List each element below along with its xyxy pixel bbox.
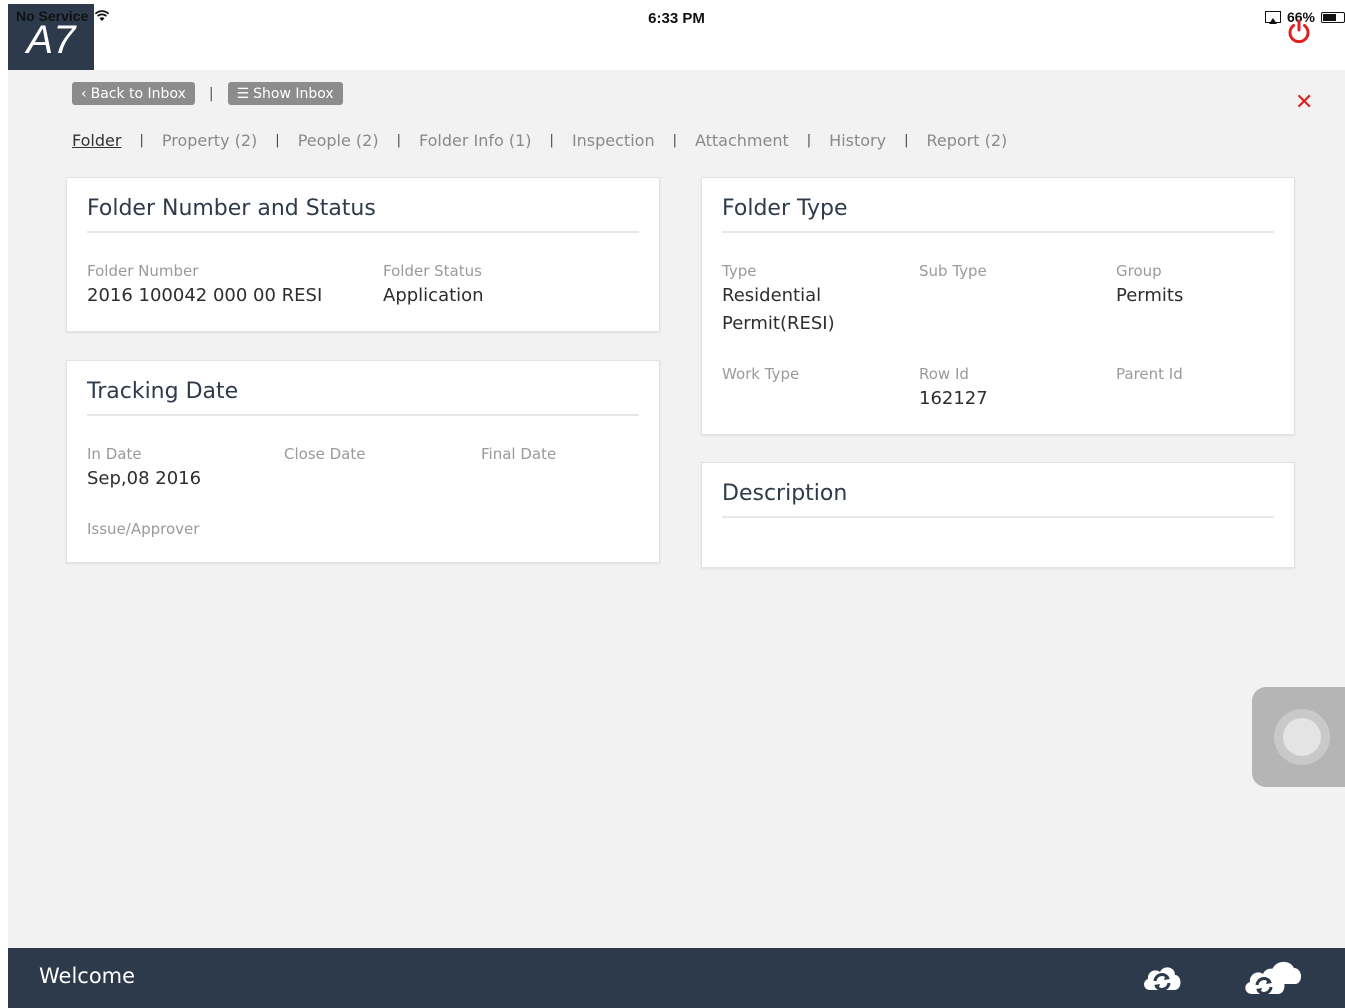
battery-icon [1321,11,1345,23]
tab-separator: | [396,133,401,148]
status-bar: A7 No Service 6:33 PM 66% [8,4,1345,70]
floating-action-button[interactable] [1252,687,1345,787]
group-label: Group [1116,262,1162,280]
folder-status-field: Folder Status Application [383,262,484,310]
tab-separator: | [139,133,144,148]
tab-history[interactable]: History [829,131,886,150]
welcome-label: Welcome [39,964,136,988]
cloud-upload-icon[interactable] [1242,956,1304,998]
parent-id-field: Parent Id [1116,365,1183,383]
folder-number-status-card: Folder Number and Status Folder Number 2… [66,177,660,332]
power-icon[interactable] [1285,18,1313,46]
row-id-label: Row Id [919,365,969,383]
back-to-inbox-label: Back to Inbox [90,85,186,102]
menu-icon: ☰ [236,85,250,102]
cloud-sync-icon[interactable] [1140,960,1184,996]
in-date-label: In Date [87,445,142,463]
app-window: A7 No Service 6:33 PM 66% ‹ Back to Inbo… [8,4,1345,1008]
folder-number-field: Folder Number 2016 100042 000 00 RESI [87,262,322,310]
status-time: 6:33 PM [648,10,705,27]
sub-type-field: Sub Type [919,262,987,280]
card-title: Folder Number and Status [87,196,639,233]
show-inbox-label: Show Inbox [253,85,334,102]
type-value-line2: Permit(RESI) [722,313,835,334]
row-id-field: Row Id 162127 [919,365,988,413]
close-icon[interactable]: ✕ [1295,90,1313,115]
tab-people-2[interactable]: People (2) [298,131,379,150]
type-field: Type Residential Permit(RESI) [722,262,835,338]
folder-tabs: Folder | Property (2) | People (2) | Folder In… [72,131,1007,150]
tab-separator: | [275,133,280,148]
in-date-value: Sep,08 2016 [87,468,202,489]
issue-approver-field: Issue/Approver [87,520,199,538]
show-inbox-button[interactable]: ☰ Show Inbox [227,82,343,105]
folder-status-value: Application [383,285,484,306]
close-date-label: Close Date [284,445,366,463]
sub-type-label: Sub Type [919,262,987,280]
toolbar-separator: | [208,85,214,102]
folder-number-value: 2016 100042 000 00 RESI [87,285,323,306]
tab-folder-info-1[interactable]: Folder Info (1) [419,131,532,150]
group-field: Group Permits [1116,262,1183,310]
tab-property-2[interactable]: Property (2) [162,131,257,150]
folder-type-card: Folder Type Type Residential Permit(RESI… [701,177,1295,435]
folder-status-label: Folder Status [383,262,482,280]
fab-dot-icon [1283,718,1321,756]
parent-id-label: Parent Id [1116,365,1183,383]
folder-toolbar: ‹ Back to Inbox | ☰ Show Inbox [72,82,343,105]
group-value: Permits [1116,285,1184,306]
row-id-value: 162127 [919,388,988,409]
tracking-date-card: Tracking Date In Date Sep,08 2016 Close … [66,360,660,563]
work-type-field: Work Type [722,365,799,383]
card-title: Tracking Date [87,379,639,416]
type-value: Residential Permit(RESI) [722,282,835,338]
card-title: Description [722,481,1274,518]
final-date-field: Final Date [481,445,556,463]
tab-inspection[interactable]: Inspection [572,131,655,150]
folder-number-label: Folder Number [87,262,199,280]
type-label: Type [722,262,757,280]
tab-report-2[interactable]: Report (2) [926,131,1007,150]
tab-separator: | [549,133,554,148]
close-date-field: Close Date [284,445,365,463]
description-card: Description [701,462,1295,568]
issue-approver-label: Issue/Approver [87,520,200,538]
tab-separator: | [672,133,677,148]
tab-attachment[interactable]: Attachment [695,131,789,150]
airplay-icon [1264,11,1281,24]
tab-separator: | [806,133,812,148]
in-date-field: In Date Sep,08 2016 [87,445,201,493]
bottom-bar: Welcome [8,948,1345,1008]
chevron-left-icon: ‹ [81,85,87,102]
final-date-label: Final Date [481,445,557,463]
type-value-line1: Residential [722,285,822,306]
card-title: Folder Type [722,196,1274,233]
work-type-label: Work Type [722,365,800,383]
back-to-inbox-button[interactable]: ‹ Back to Inbox [72,82,195,105]
tab-separator: | [904,133,909,148]
tab-folder[interactable]: Folder [72,131,121,150]
